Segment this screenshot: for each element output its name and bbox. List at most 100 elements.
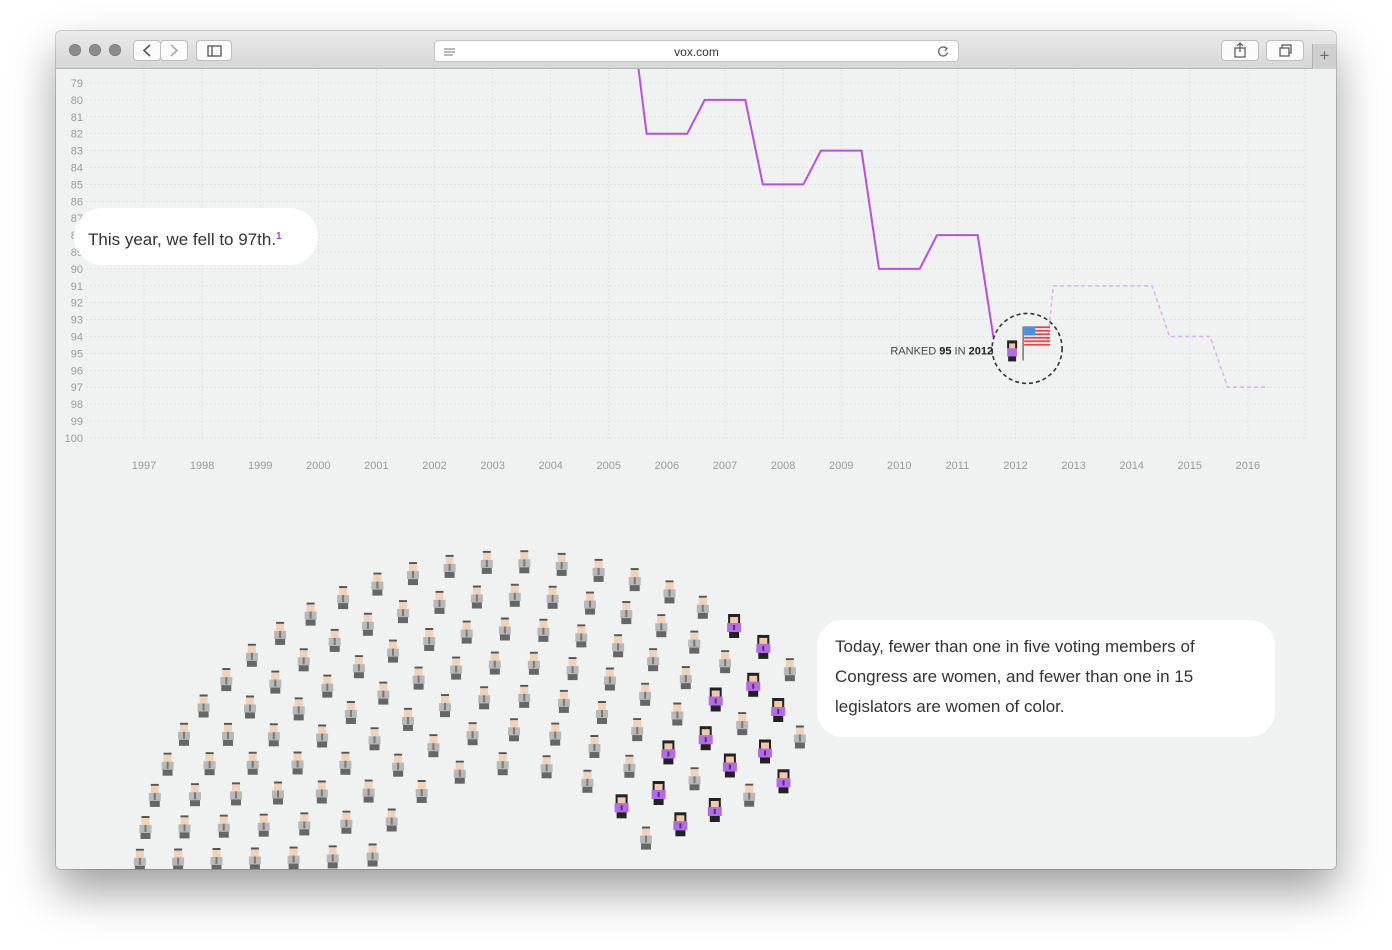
woman-legislator-icon <box>673 812 688 837</box>
man-legislator-icon <box>148 783 161 807</box>
man-legislator-icon <box>584 591 596 615</box>
reload-icon[interactable] <box>934 42 954 62</box>
y-tick-label: 99 <box>71 416 83 428</box>
man-legislator-icon <box>297 648 310 672</box>
man-legislator-icon <box>581 769 594 793</box>
x-tick-label: 2016 <box>1236 460 1260 472</box>
man-legislator-icon <box>518 684 531 708</box>
man-legislator-icon <box>793 725 806 749</box>
x-tick-label: 2012 <box>1003 460 1027 472</box>
y-tick-label: 81 <box>71 112 83 124</box>
browser-window: vox.com + 1997 1998 1999 2000 2001 2002 2003 20… <box>56 31 1336 869</box>
us-flag-icon <box>1022 326 1051 361</box>
man-legislator-icon <box>688 767 701 791</box>
x-tick-label: 2002 <box>422 460 446 472</box>
x-tick-label: 2010 <box>887 460 911 472</box>
woman-legislator-icon <box>661 740 676 765</box>
man-legislator-icon <box>679 666 692 690</box>
man-legislator-icon <box>337 586 350 610</box>
man-legislator-icon <box>222 722 234 746</box>
man-legislator-icon <box>415 780 428 803</box>
x-tick-label: 2014 <box>1119 460 1143 472</box>
man-legislator-icon <box>287 846 300 869</box>
woman-legislator-icon <box>722 753 737 778</box>
man-legislator-icon <box>439 694 451 718</box>
man-legislator-icon <box>443 554 456 578</box>
forward-button[interactable] <box>160 40 188 61</box>
sidebar-button[interactable] <box>196 40 232 61</box>
y-tick-label: 91 <box>71 281 83 293</box>
x-tick-label: 2009 <box>829 460 853 472</box>
share-button[interactable] <box>1221 40 1259 61</box>
man-legislator-icon <box>470 585 483 609</box>
back-button[interactable] <box>133 40 161 61</box>
man-legislator-icon <box>368 727 381 751</box>
woman-legislator-icon <box>771 698 786 722</box>
man-legislator-icon <box>339 751 352 775</box>
y-tick-label: 94 <box>71 332 83 344</box>
man-legislator-icon <box>257 813 270 837</box>
y-tick-label: 82 <box>71 129 83 141</box>
zoom-window-button[interactable] <box>109 44 121 56</box>
man-legislator-icon <box>623 754 636 778</box>
rank-callout-text: This year, we fell to 97th. <box>88 230 277 249</box>
man-legislator-icon <box>272 781 284 805</box>
new-tab-button[interactable]: + <box>1312 44 1336 69</box>
congress-callout: Today, fewer than one in five voting mem… <box>817 620 1275 737</box>
woman-legislator-icon <box>707 798 722 822</box>
man-legislator-icon <box>220 668 233 692</box>
x-tick-label: 2011 <box>946 460 970 472</box>
woman-legislator-icon <box>614 794 629 819</box>
man-legislator-icon <box>596 701 608 724</box>
minimize-window-button[interactable] <box>89 44 101 56</box>
man-legislator-icon <box>719 650 732 674</box>
x-tick-label: 2015 <box>1178 460 1202 472</box>
man-legislator-icon <box>362 779 375 803</box>
man-legislator-icon <box>161 752 174 776</box>
woman-legislator-icon <box>651 781 666 805</box>
man-legislator-icon <box>316 724 329 748</box>
man-legislator-icon <box>387 639 399 663</box>
y-tick-label: 84 <box>71 163 83 175</box>
chevron-left-icon <box>142 44 151 57</box>
x-tick-label: 2007 <box>713 460 737 472</box>
y-tick-label: 92 <box>71 298 83 310</box>
footnote-link[interactable]: 1 <box>276 231 282 242</box>
man-legislator-icon <box>197 694 210 718</box>
man-legislator-icon <box>508 583 521 607</box>
man-legislator-icon <box>189 783 201 807</box>
woman-legislator-icon <box>776 769 791 794</box>
man-legislator-icon <box>267 723 280 747</box>
man-legislator-icon <box>549 722 562 746</box>
tabs-icon <box>1279 44 1292 57</box>
x-tick-label: 1997 <box>132 460 156 472</box>
chevron-right-icon <box>170 44 179 57</box>
man-legislator-icon <box>304 602 317 626</box>
congress-seat-chart <box>133 550 806 869</box>
man-legislator-icon <box>480 550 493 574</box>
man-legislator-icon <box>603 667 616 691</box>
man-legislator-icon <box>397 600 409 624</box>
x-tick-label: 2013 <box>1061 460 1085 472</box>
share-icon <box>1234 42 1246 58</box>
man-legislator-icon <box>450 656 463 680</box>
close-window-button[interactable] <box>69 44 81 56</box>
rank-line-chart: 1997 1998 1999 2000 2001 2002 2003 2004 2005 2006… <box>65 69 1306 472</box>
y-tick-label: 95 <box>71 348 83 360</box>
man-legislator-icon <box>612 634 625 658</box>
man-legislator-icon <box>496 752 509 776</box>
y-tick-label: 79 <box>71 78 83 90</box>
address-bar[interactable]: vox.com <box>434 40 959 62</box>
man-legislator-icon <box>743 783 756 807</box>
man-legislator-icon <box>371 572 384 596</box>
man-legislator-icon <box>647 648 660 672</box>
tabs-button[interactable] <box>1266 40 1304 61</box>
man-legislator-icon <box>527 651 540 675</box>
man-legislator-icon <box>540 755 553 779</box>
man-legislator-icon <box>478 686 491 710</box>
x-tick-label: 2006 <box>655 460 679 472</box>
man-legislator-icon <box>326 845 339 869</box>
y-tick-label: 86 <box>71 196 83 208</box>
man-legislator-icon <box>466 722 479 746</box>
man-legislator-icon <box>460 620 473 644</box>
